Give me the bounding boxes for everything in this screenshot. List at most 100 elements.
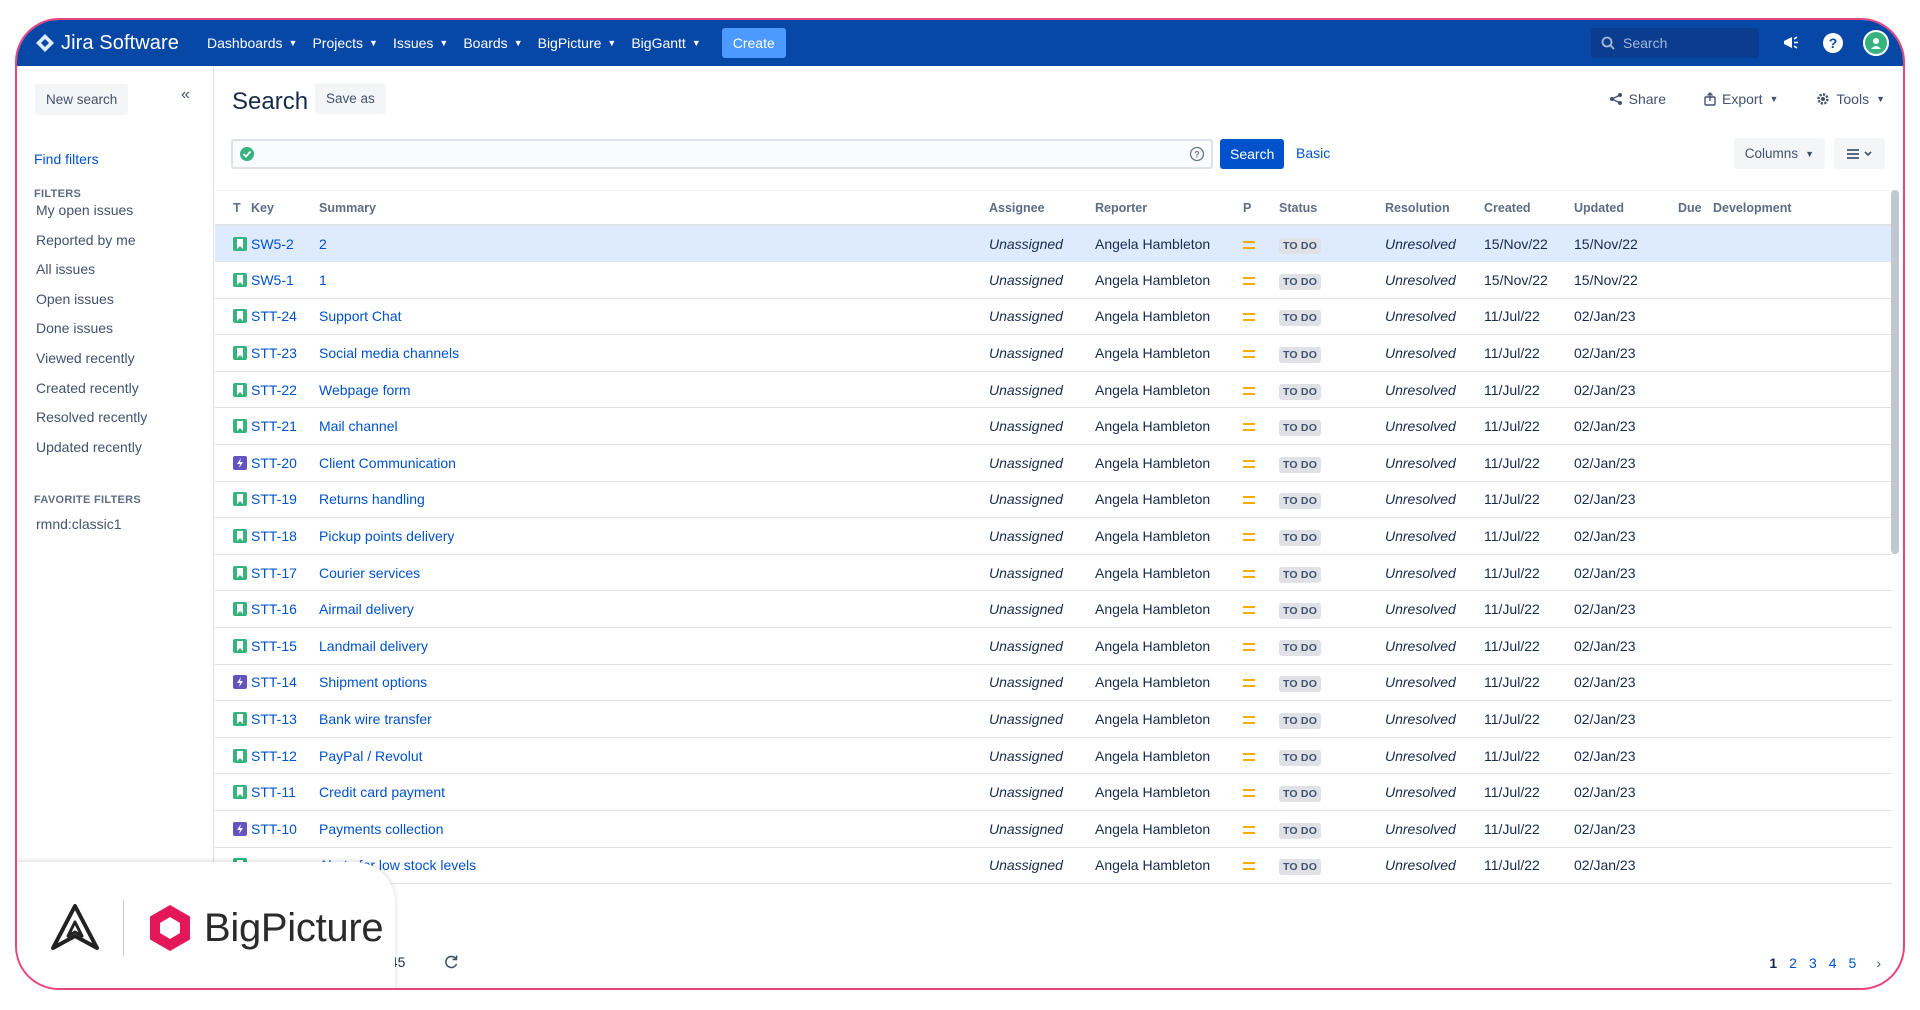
col-header-updated[interactable]: Updated xyxy=(1574,191,1678,226)
table-row[interactable]: STT-21 Mail channel Unassigned Angela Hambl… xyxy=(215,407,1892,446)
cell-summary[interactable]: Payments collection xyxy=(319,810,989,848)
col-header-reporter[interactable]: Reporter xyxy=(1095,191,1243,226)
tools-button[interactable]: Tools ▼ xyxy=(1816,91,1885,107)
cell-key[interactable]: STT-15 xyxy=(251,627,319,665)
cell-summary[interactable]: Client Communication xyxy=(319,444,989,482)
nav-issues[interactable]: Issues ▼ xyxy=(393,35,448,51)
page-5-link[interactable]: 5 xyxy=(1849,955,1857,971)
table-row[interactable]: SW5-2 2 Unassigned Angela Hambleton TO DO Unr… xyxy=(215,225,1892,263)
export-button[interactable]: Export ▼ xyxy=(1704,91,1778,107)
cell-summary[interactable]: blocking by zero stocks xyxy=(319,883,989,894)
table-row[interactable]: STT-19 Returns handling Unassigned Angela H… xyxy=(215,481,1892,519)
scrollbar-thumb[interactable] xyxy=(1891,190,1899,554)
cell-key[interactable]: STT-22 xyxy=(251,371,319,409)
col-header-key[interactable]: Key xyxy=(251,191,319,226)
cell-summary[interactable]: 1 xyxy=(319,261,989,299)
cell-summary[interactable]: Social media channels xyxy=(319,334,989,372)
search-button[interactable]: Search xyxy=(1220,139,1285,169)
cell-key[interactable]: STT-24 xyxy=(251,298,319,336)
nav-projects[interactable]: Projects ▼ xyxy=(312,35,378,51)
cell-summary[interactable]: Returns handling xyxy=(319,481,989,519)
cell-summary[interactable]: Webpage form xyxy=(319,371,989,409)
table-row[interactable]: STT-22 Webpage form Unassigned Angela Hambl… xyxy=(215,371,1892,409)
cell-summary[interactable]: Bank wire transfer xyxy=(319,700,989,738)
filter-resolved-recently[interactable]: Resolved recently xyxy=(36,408,147,438)
filter-all-issues[interactable]: All issues xyxy=(36,260,147,290)
create-button[interactable]: Create xyxy=(721,28,786,58)
filter-updated-recently[interactable]: Updated recently xyxy=(36,438,147,468)
table-row[interactable]: STT-24 Support Chat Unassigned Angela Hambl… xyxy=(215,298,1892,336)
nav-dashboards[interactable]: Dashboards ▼ xyxy=(207,35,297,51)
cell-key[interactable]: STT-17 xyxy=(251,554,319,592)
filter-created-recently[interactable]: Created recently xyxy=(36,379,147,409)
cell-key[interactable]: STT-16 xyxy=(251,590,319,629)
cell-key[interactable]: STT-21 xyxy=(251,407,319,446)
table-row[interactable]: blocking by zero stocksUnassignedAngela … xyxy=(215,883,1892,894)
nav-boards[interactable]: Boards ▼ xyxy=(463,35,522,51)
cell-key[interactable]: STT-14 xyxy=(251,664,319,702)
cell-key[interactable]: STT-19 xyxy=(251,481,319,519)
cell-summary[interactable]: Courier services xyxy=(319,554,989,592)
table-row[interactable]: STT-20 Client Communication Unassigned Ange… xyxy=(215,444,1892,482)
columns-button[interactable]: Columns ▼ xyxy=(1733,138,1825,169)
basic-mode-link[interactable]: Basic xyxy=(1296,145,1330,161)
help-icon[interactable]: ? xyxy=(1821,31,1845,55)
cell-summary[interactable]: Shipment options xyxy=(319,664,989,702)
col-header-type[interactable]: T xyxy=(215,191,251,226)
table-row[interactable]: STT-15 Landmail delivery Unassigned Angela … xyxy=(215,627,1892,665)
save-as-button[interactable]: Save as xyxy=(315,83,386,114)
filter-reported-by-me[interactable]: Reported by me xyxy=(36,231,147,261)
megaphone-icon[interactable] xyxy=(1779,31,1803,55)
page-3-link[interactable]: 3 xyxy=(1809,955,1817,971)
cell-key[interactable]: STT-10 xyxy=(251,810,319,848)
favorite-filter-item[interactable]: rmnd:classic1 xyxy=(36,515,122,545)
col-header-status[interactable]: Status xyxy=(1279,191,1385,226)
table-row[interactable]: STT-12 PayPal / Revolut Unassigned Angela H… xyxy=(215,737,1892,775)
jql-query-input[interactable]: ? xyxy=(231,139,1213,169)
col-header-assignee[interactable]: Assignee xyxy=(989,191,1095,226)
table-row[interactable]: SW5-1 1 Unassigned Angela Hambleton TO DO Unr… xyxy=(215,261,1892,299)
cell-key[interactable]: STT-18 xyxy=(251,517,319,555)
filter-viewed-recently[interactable]: Viewed recently xyxy=(36,349,147,379)
page-1-link[interactable]: 1 xyxy=(1769,955,1777,971)
cell-key[interactable]: STT-23 xyxy=(251,334,319,372)
view-switcher-button[interactable] xyxy=(1834,138,1885,169)
filter-done-issues[interactable]: Done issues xyxy=(36,319,147,349)
table-row[interactable]: STT-23 Social media channels Unassigned Ang… xyxy=(215,334,1892,372)
col-header-created[interactable]: Created xyxy=(1484,191,1574,226)
table-scrollbar[interactable] xyxy=(1891,190,1899,894)
col-header-priority[interactable]: P xyxy=(1243,191,1279,226)
filter-open-issues[interactable]: Open issues xyxy=(36,290,147,320)
table-row[interactable]: STT-14 Shipment options Unassigned Angela H… xyxy=(215,664,1892,702)
cell-summary[interactable]: Landmail delivery xyxy=(319,627,989,665)
collapse-sidebar-icon[interactable]: « xyxy=(181,86,190,104)
cell-summary[interactable]: Credit card payment xyxy=(319,773,989,811)
help-icon[interactable]: ? xyxy=(1189,146,1205,162)
cell-key[interactable]: STT-13 xyxy=(251,700,319,738)
find-filters-link[interactable]: Find filters xyxy=(34,151,99,167)
col-header-development[interactable]: Development xyxy=(1713,191,1892,226)
jira-brand[interactable]: Jira Software xyxy=(35,32,179,55)
cell-key[interactable]: STT-11 xyxy=(251,773,319,811)
cell-key[interactable]: SW5-1 xyxy=(251,261,319,299)
cell-key[interactable]: STT-12 xyxy=(251,737,319,775)
filter-my-open-issues[interactable]: My open issues xyxy=(36,201,147,231)
page-2-link[interactable]: 2 xyxy=(1789,955,1797,971)
global-search-input[interactable]: Search xyxy=(1591,28,1759,58)
refresh-icon[interactable] xyxy=(443,954,459,970)
page-4-link[interactable]: 4 xyxy=(1829,955,1837,971)
table-row[interactable]: STT-10 Payments collection Unassigned Angel… xyxy=(215,810,1892,848)
cell-summary[interactable]: 2 xyxy=(319,225,989,263)
new-search-button[interactable]: New search xyxy=(35,84,129,115)
chevron-right-icon[interactable]: › xyxy=(1876,955,1881,971)
cell-summary[interactable]: PayPal / Revolut xyxy=(319,737,989,775)
table-row[interactable]: STT-13 Bank wire transfer Unassigned Angela… xyxy=(215,700,1892,738)
share-button[interactable]: Share xyxy=(1609,91,1666,107)
cell-key[interactable]: STT-20 xyxy=(251,444,319,482)
cell-summary[interactable]: Airmail delivery xyxy=(319,590,989,629)
table-row[interactable]: STT-17 Courier services Unassigned Angela H… xyxy=(215,554,1892,592)
col-header-resolution[interactable]: Resolution xyxy=(1385,191,1484,226)
nav-bigpicture[interactable]: BigPicture ▼ xyxy=(538,35,617,51)
cell-key[interactable]: SW5-2 xyxy=(251,225,319,263)
avatar[interactable] xyxy=(1863,30,1889,56)
